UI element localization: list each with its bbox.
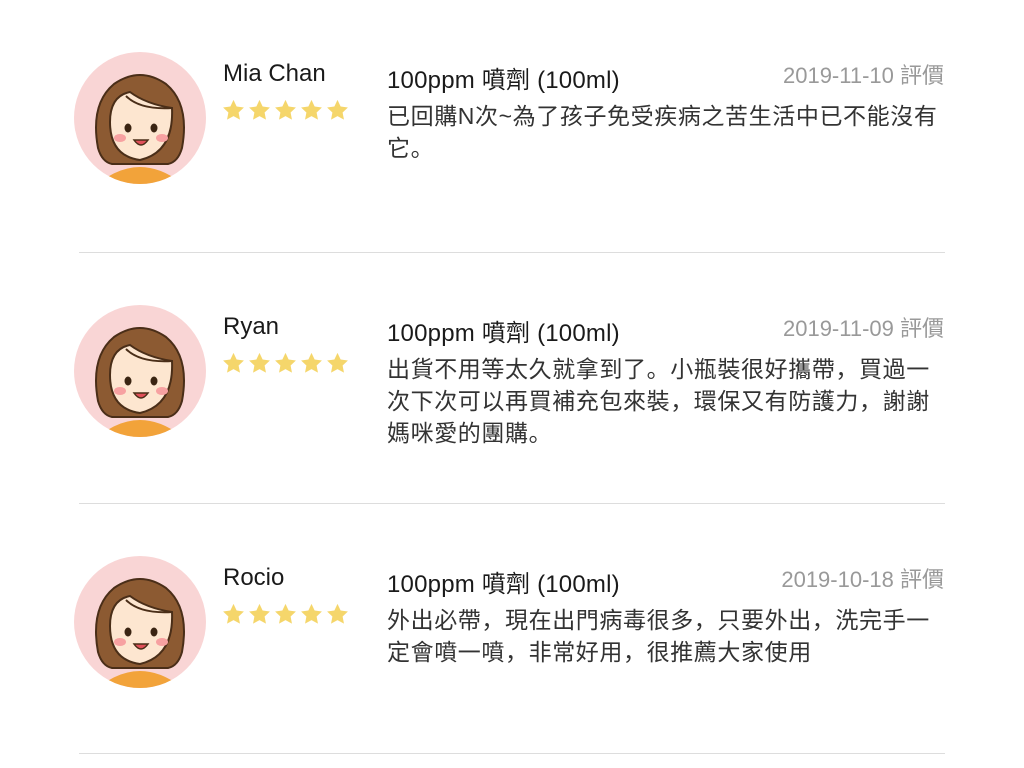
star-icon (223, 352, 244, 373)
star-icon (301, 603, 322, 624)
star-icon (301, 352, 322, 373)
star-icon (327, 603, 348, 624)
star-rating (221, 98, 350, 123)
star-rating (221, 351, 350, 376)
star-icon (327, 352, 348, 373)
star-icon (275, 352, 296, 373)
reviewer-name: Rocio (223, 564, 285, 591)
star-icon (223, 603, 244, 624)
star-icon (249, 99, 270, 120)
star-icon (301, 99, 322, 120)
product-title: 100ppm 噴劑 (100ml) (387, 67, 620, 94)
reviewer-name: Ryan (223, 313, 280, 340)
star-icon (275, 99, 296, 120)
review-list: Mia Chan 100ppm 噴劑 (100ml) 2019-11-10 評價… (0, 0, 1024, 768)
star-icon (327, 99, 348, 120)
review-date: 2019-11-10 評價 (782, 63, 944, 88)
divider (79, 753, 945, 754)
reviewer-name: Mia Chan (223, 60, 326, 87)
review-item: Mia Chan 100ppm 噴劑 (100ml) 2019-11-10 評價… (0, 0, 1024, 253)
star-icon (223, 99, 244, 120)
review-item: Ryan 100ppm 噴劑 (100ml) 2019-11-09 評價 出貨不… (0, 253, 1024, 504)
review-text: 已回購N次~為了孩子免受疾病之苦生活中已不能沒有它。 (387, 103, 938, 161)
star-icon (249, 603, 270, 624)
review-text: 出貨不用等太久就拿到了。小瓶裝很好攜帶，買過一次下次可以再買補充包來裝，環保又有… (387, 356, 930, 446)
girl-avatar-icon (74, 52, 206, 184)
review-text: 外出必帶，現在出門病毒很多，只要外出，洗完手一定會噴一噴，非常好用，很推薦大家使… (387, 607, 930, 665)
review-date: 2019-10-18 評價 (781, 567, 944, 592)
review-date: 2019-11-09 評價 (782, 316, 944, 341)
girl-avatar-icon (74, 305, 206, 437)
review-item: Rocio 100ppm 噴劑 (100ml) 2019-10-18 評價 外出… (0, 504, 1024, 754)
product-title: 100ppm 噴劑 (100ml) (387, 571, 620, 598)
girl-avatar-icon (74, 556, 206, 688)
product-title: 100ppm 噴劑 (100ml) (387, 320, 620, 347)
star-rating (221, 602, 350, 627)
star-icon (275, 603, 296, 624)
star-icon (249, 352, 270, 373)
